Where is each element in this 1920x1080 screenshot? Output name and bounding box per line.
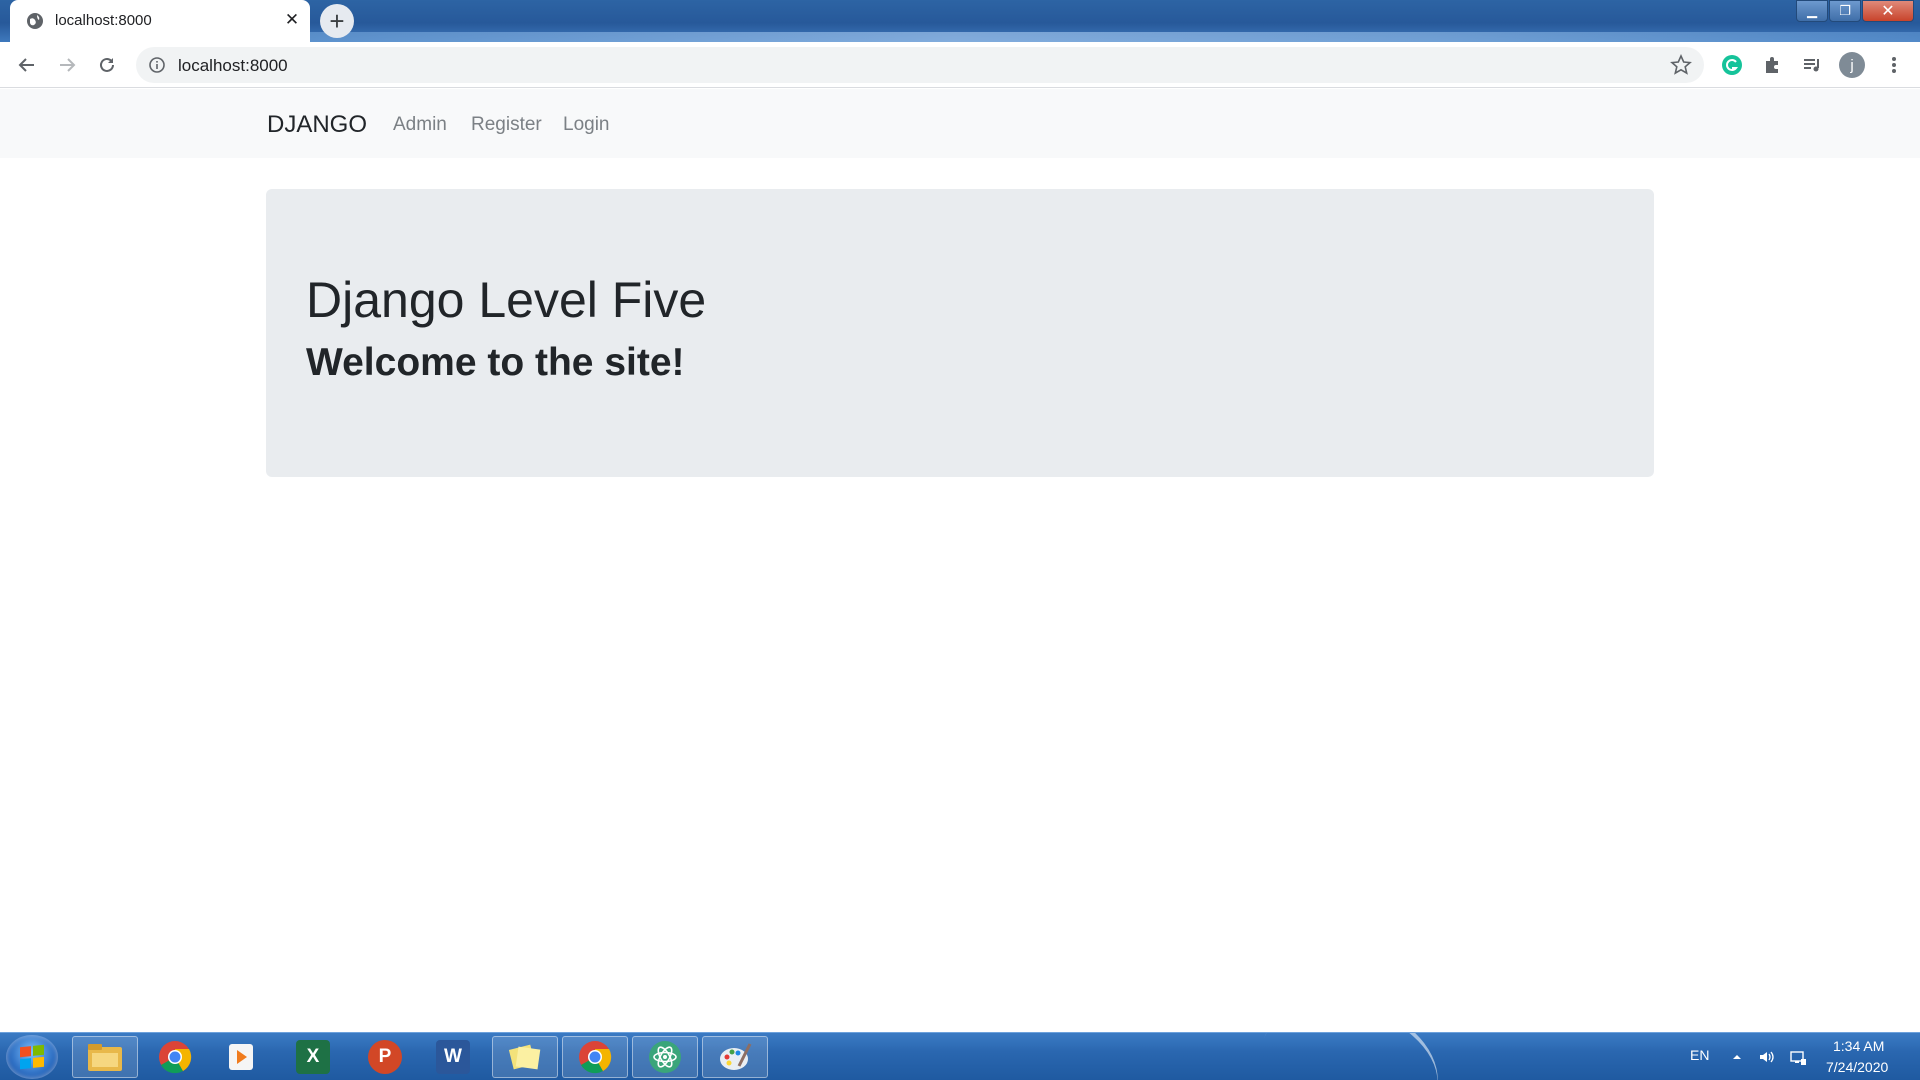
page-subtitle: Welcome to the site! xyxy=(306,341,685,384)
nav-link-register[interactable]: Register xyxy=(471,114,542,136)
minimize-button[interactable]: ▁ xyxy=(1796,0,1828,22)
tab-title: localhost:8000 xyxy=(55,12,152,29)
word-icon[interactable]: W xyxy=(420,1036,486,1078)
new-tab-button[interactable]: + xyxy=(320,4,354,38)
nav-link-login[interactable]: Login xyxy=(563,114,610,136)
close-tab-icon[interactable]: ✕ xyxy=(280,8,304,32)
show-hidden-icons-icon[interactable] xyxy=(1728,1048,1746,1066)
windows-logo-icon xyxy=(20,1044,44,1070)
globe-icon xyxy=(27,13,43,29)
bookmark-star-icon[interactable] xyxy=(1670,54,1692,76)
volume-icon[interactable] xyxy=(1758,1048,1776,1066)
restore-button[interactable]: ❐ xyxy=(1829,0,1861,22)
info-icon[interactable] xyxy=(148,56,166,74)
browser-tab-active[interactable]: localhost:8000 ✕ xyxy=(10,0,310,42)
profile-avatar[interactable]: j xyxy=(1839,52,1865,78)
paint-icon[interactable] xyxy=(702,1036,768,1078)
media-player-icon[interactable] xyxy=(208,1036,274,1078)
atom-icon[interactable] xyxy=(632,1036,698,1078)
jumbotron: Django Level Five Welcome to the site! xyxy=(266,189,1654,477)
file-explorer-icon[interactable] xyxy=(72,1036,138,1078)
forward-icon[interactable] xyxy=(55,53,79,77)
start-button[interactable] xyxy=(6,1035,58,1079)
network-icon[interactable] xyxy=(1789,1048,1807,1066)
powerpoint-icon[interactable]: P xyxy=(352,1036,418,1078)
windows-taskbar: X P W EN 1:34 AM 7/24/2020 xyxy=(0,1032,1920,1080)
browser-toolbar: localhost:8000 j xyxy=(0,42,1920,88)
reload-icon[interactable] xyxy=(95,53,119,77)
address-bar[interactable]: localhost:8000 xyxy=(136,47,1704,83)
nav-link-admin[interactable]: Admin xyxy=(393,114,447,136)
navbar-brand[interactable]: DJANGO xyxy=(267,111,367,139)
browser-tab-strip: localhost:8000 ✕ + ▁ ❐ ✕ xyxy=(0,0,1920,42)
page-title: Django Level Five xyxy=(306,272,707,328)
window-controls: ▁ ❐ ✕ xyxy=(1795,0,1914,22)
chrome-icon[interactable] xyxy=(142,1036,208,1078)
language-indicator[interactable]: EN xyxy=(1690,1047,1709,1063)
close-window-button[interactable]: ✕ xyxy=(1862,0,1914,22)
extensions-puzzle-icon[interactable] xyxy=(1760,53,1784,77)
sticky-notes-icon[interactable] xyxy=(492,1036,558,1078)
excel-icon[interactable]: X xyxy=(280,1036,346,1078)
more-menu-icon[interactable] xyxy=(1882,53,1906,77)
site-navbar: DJANGO Admin Register Login xyxy=(0,89,1920,158)
clock-date[interactable]: 7/24/2020 xyxy=(1826,1059,1888,1075)
grammarly-icon[interactable] xyxy=(1720,53,1744,77)
url-text[interactable]: localhost:8000 xyxy=(178,56,288,76)
clock-time[interactable]: 1:34 AM xyxy=(1833,1038,1884,1054)
back-icon[interactable] xyxy=(15,53,39,77)
media-control-icon[interactable] xyxy=(1800,53,1824,77)
chrome-icon[interactable] xyxy=(562,1036,628,1078)
